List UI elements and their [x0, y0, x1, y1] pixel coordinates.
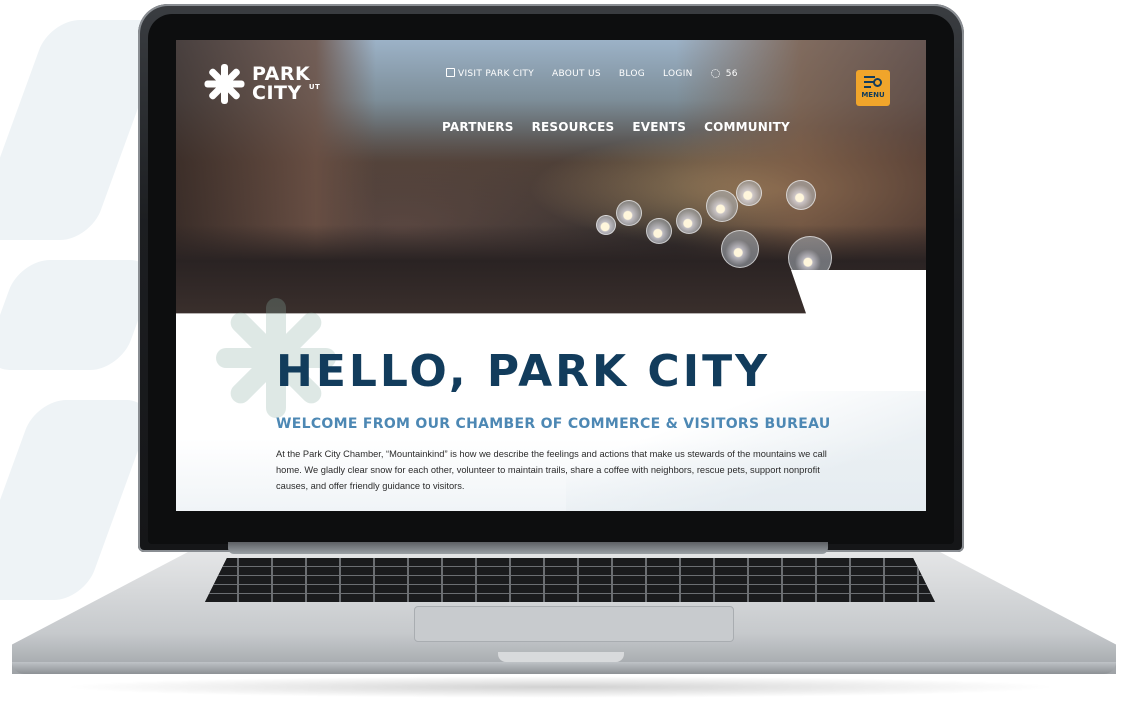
nav-community[interactable]: COMMUNITY [704, 120, 790, 134]
lantern [736, 180, 762, 206]
lantern [596, 215, 616, 235]
visit-park-city-label: VISIT PARK CITY [458, 69, 534, 79]
laptop-hinge [228, 542, 828, 554]
logo-line-2: CITY [252, 82, 302, 104]
lantern [676, 208, 702, 234]
external-link-icon [446, 68, 455, 77]
intro-paragraph: At the Park City Chamber, “Mountainkind”… [276, 449, 827, 491]
lantern [721, 230, 759, 268]
lantern [616, 200, 642, 226]
laptop-screen: PARK CITY UT VISIT PARK CITY ABOUT US BL… [176, 40, 926, 511]
lantern [786, 180, 816, 210]
about-us-link[interactable]: ABOUT US [552, 69, 601, 79]
lantern [646, 218, 672, 244]
logo-wordmark: PARK CITY UT [252, 65, 320, 103]
login-link[interactable]: LOGIN [663, 69, 693, 79]
menu-search-icon [864, 75, 882, 89]
visit-park-city-link[interactable]: VISIT PARK CITY [446, 68, 534, 79]
menu-label: MENU [861, 91, 885, 99]
weather-widget: 56 [710, 68, 738, 79]
laptop-front-edge [12, 662, 1116, 674]
nav-resources[interactable]: RESOURCES [532, 120, 615, 134]
main-nav: PARTNERS RESOURCES EVENTS COMMUNITY [442, 120, 790, 134]
laptop-notch [498, 652, 624, 662]
lantern [706, 190, 738, 222]
blog-link[interactable]: BLOG [619, 69, 645, 79]
laptop-shadow [60, 676, 1060, 698]
laptop-trackpad [414, 606, 734, 642]
logo-suffix: UT [308, 83, 321, 91]
temperature: 56 [725, 68, 738, 79]
site-logo[interactable]: PARK CITY UT [202, 62, 320, 106]
nav-partners[interactable]: PARTNERS [442, 120, 514, 134]
nav-events[interactable]: EVENTS [632, 120, 686, 134]
utility-nav: VISIT PARK CITY ABOUT US BLOG LOGIN 56 [446, 68, 738, 79]
snowflake-logo-icon [202, 62, 246, 106]
sun-icon [710, 69, 720, 78]
keyboard-rows [205, 558, 935, 602]
background-shape [0, 260, 161, 370]
page-subheadline: WELCOME FROM OUR CHAMBER OF COMMERCE & V… [276, 416, 831, 432]
menu-button[interactable]: MENU [856, 70, 890, 106]
background-shape [0, 400, 157, 600]
page-headline: HELLO, PARK CITY [276, 346, 770, 397]
